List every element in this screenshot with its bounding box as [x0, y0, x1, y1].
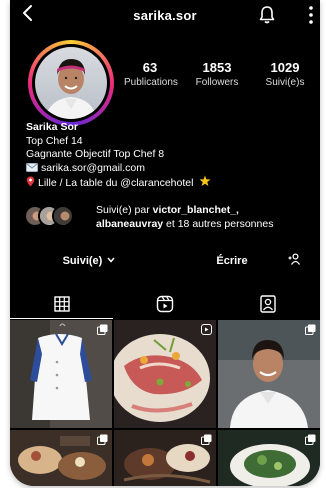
star-icon	[199, 175, 211, 186]
grid-post[interactable]	[218, 430, 320, 486]
bio-line-2: Gagnante Objectif Top Chef 8	[26, 148, 165, 160]
multi-post-icon	[201, 434, 212, 445]
message-button-label: Écrire	[216, 255, 248, 267]
top-bar: sarika.sor	[10, 0, 320, 30]
followed-by-row[interactable]: Suivi(e) par victor_blanchet_, albaneauv…	[24, 201, 314, 233]
multi-post-icon	[305, 324, 316, 335]
notification-bell-icon[interactable]	[258, 5, 276, 25]
posts-count: 63	[142, 60, 158, 75]
profile-bio: Sarika Sor Top Chef 14 Gagnante Objectif…	[26, 121, 316, 191]
suggest-user-button[interactable]	[282, 250, 306, 272]
display-name: Sarika Sor	[26, 121, 78, 133]
tagged-icon	[259, 295, 276, 313]
followers-label: Followers	[195, 77, 239, 88]
profile-actions: Suivi(e) Écrire	[24, 250, 310, 272]
more-options-icon[interactable]	[302, 4, 320, 26]
reel-icon	[201, 324, 212, 335]
followed-by-text: Suivi(e) par victor_blanchet_, albaneauv…	[96, 203, 273, 231]
reels-icon	[156, 295, 173, 313]
envelope-icon	[26, 162, 38, 172]
followed-by-user-2: albaneauvray	[96, 218, 164, 230]
multi-post-icon	[97, 324, 108, 335]
pin-icon	[26, 176, 35, 187]
bio-email-line[interactable]: sarika.sor@gmail.com	[26, 162, 316, 176]
content-tabs	[10, 289, 320, 319]
chevron-down-icon	[107, 257, 115, 263]
active-tab-indicator	[10, 317, 113, 319]
grid-post[interactable]	[114, 320, 216, 428]
bio-location-line: Lille / La table du @clarancehotel	[26, 175, 316, 191]
grid-post[interactable]	[114, 430, 216, 486]
followers-count: 1853	[202, 60, 232, 75]
tab-reels[interactable]	[113, 289, 216, 319]
tab-posts-grid[interactable]	[10, 289, 113, 319]
bio-email: sarika.sor@gmail.com	[41, 161, 146, 174]
following-button[interactable]: Suivi(e)	[46, 250, 132, 272]
following-button-label: Suivi(e)	[62, 255, 103, 267]
grid-post[interactable]	[218, 320, 320, 428]
stat-following[interactable]: 1029 Suivi(e)s	[258, 60, 312, 88]
avatar-story-ring[interactable]	[28, 40, 114, 126]
message-button[interactable]: Écrire	[192, 250, 272, 272]
following-label: Suivi(e)s	[265, 77, 305, 88]
bio-line-1: Top Chef 14	[26, 134, 83, 147]
grid-icon	[53, 296, 70, 312]
bio-location: Lille / La table du @clarancehotel	[38, 177, 194, 189]
grid-post[interactable]	[10, 430, 112, 486]
multi-post-icon	[97, 434, 108, 445]
grid-post[interactable]	[10, 320, 112, 428]
posts-label: Publications	[124, 77, 178, 88]
avatar	[35, 47, 107, 119]
following-count: 1029	[270, 60, 300, 75]
add-user-icon	[288, 253, 300, 265]
stat-followers[interactable]: 1853 Followers	[188, 60, 246, 88]
stat-posts[interactable]: 63 Publications	[124, 60, 178, 88]
followed-by-prefix: Suivi(e) par	[96, 204, 153, 216]
followed-by-suffix: et 18 autres personnes	[163, 218, 274, 230]
profile-screen: sarika.sor 63 Publications 1853 Follower…	[10, 0, 320, 486]
followed-by-user: victor_blanchet_,	[152, 204, 239, 216]
follower-avatar	[52, 205, 74, 227]
tab-tagged[interactable]	[216, 289, 319, 319]
posts-grid	[10, 320, 320, 486]
multi-post-icon	[305, 434, 316, 445]
